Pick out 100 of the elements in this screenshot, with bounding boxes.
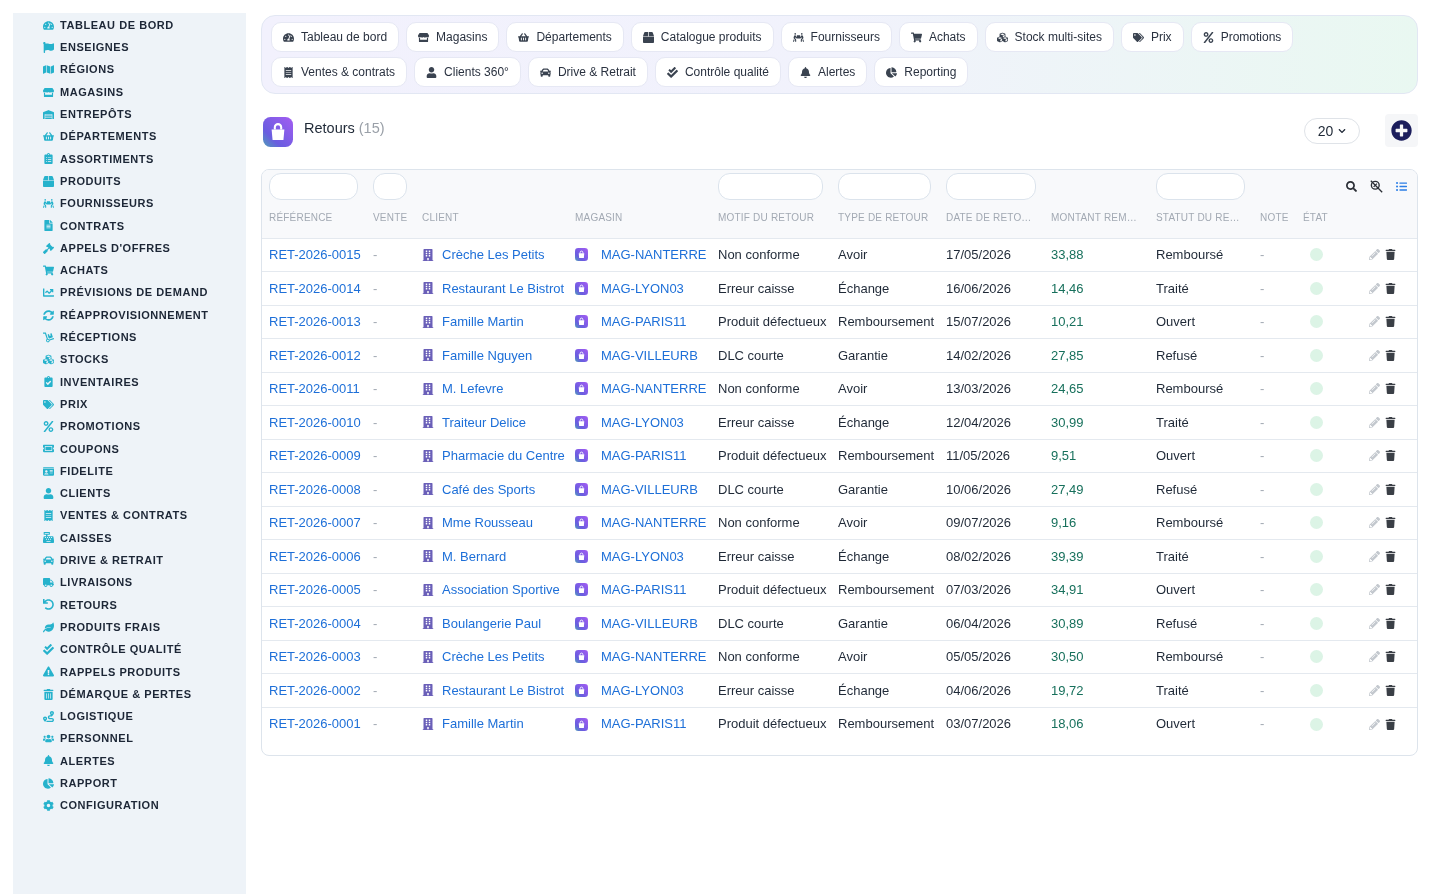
store-link[interactable]: MAG-VILLEURB (601, 613, 698, 633)
filter-field[interactable] (373, 172, 407, 200)
edit-button[interactable] (1369, 517, 1380, 529)
shortcut-button[interactable]: Fournisseurs (780, 22, 892, 52)
edit-button[interactable] (1369, 450, 1380, 462)
store-link[interactable]: MAG-VILLEURB (601, 479, 698, 499)
delete-button[interactable] (1385, 249, 1396, 261)
sidebar-item[interactable]: PRODUITS FRAIS (13, 616, 246, 639)
delete-button[interactable] (1385, 316, 1396, 328)
sidebar-item[interactable]: PROMOTIONS (13, 415, 246, 438)
client-link[interactable]: Restaurant Le Bistrot (442, 680, 565, 700)
client-link[interactable]: Café des Sports (442, 479, 536, 499)
delete-button[interactable] (1385, 383, 1396, 395)
sidebar-item[interactable]: LOGISTIQUE (13, 705, 246, 728)
edit-button[interactable] (1369, 282, 1380, 294)
store-link[interactable]: MAG-LYON03 (601, 278, 684, 298)
reference-link[interactable]: RET-2026-0009 (269, 448, 361, 463)
sidebar-item[interactable]: RETOURS (13, 593, 246, 616)
sidebar-item[interactable]: RÉCEPTIONS (13, 326, 246, 349)
client-link[interactable]: Traiteur Delice (442, 412, 527, 432)
delete-button[interactable] (1385, 684, 1396, 696)
filter-field[interactable] (838, 172, 931, 200)
sidebar-item[interactable]: ACHATS (13, 259, 246, 282)
sidebar-item[interactable]: CONTRATS (13, 214, 246, 237)
edit-button[interactable] (1369, 684, 1380, 696)
shortcut-button[interactable]: Reporting (874, 57, 969, 87)
reference-link[interactable]: RET-2026-0012 (269, 347, 361, 363)
sidebar-item[interactable]: ALERTES (13, 749, 246, 773)
sidebar-item[interactable]: CAISSES (13, 526, 246, 550)
delete-button[interactable] (1385, 651, 1396, 663)
sidebar-item[interactable]: MAGASINS (13, 80, 246, 104)
edit-button[interactable] (1369, 718, 1380, 730)
sidebar-item[interactable]: ASSORTIMENTS (13, 147, 246, 171)
reference-link[interactable]: RET-2026-0015 (269, 247, 361, 262)
filter-field[interactable] (946, 172, 1036, 200)
sidebar-item[interactable]: DÉPARTEMENTS (13, 125, 246, 148)
edit-button[interactable] (1369, 483, 1380, 495)
client-link[interactable]: M. Bernard (442, 546, 507, 566)
reference-link[interactable]: RET-2026-0010 (269, 414, 361, 430)
store-link[interactable]: MAG-LYON03 (601, 680, 684, 700)
sidebar-item[interactable]: CONFIGURATION (13, 794, 246, 817)
sidebar-item[interactable]: FOURNISSEURS (13, 192, 246, 215)
client-link[interactable]: Pharmacie du Centre (442, 446, 565, 466)
reference-link[interactable]: RET-2026-0006 (269, 548, 361, 564)
sidebar-item[interactable]: RAPPELS PRODUITS (13, 660, 246, 683)
filter-field[interactable] (1156, 172, 1245, 200)
search-button[interactable] (1346, 180, 1357, 192)
store-link[interactable]: MAG-PARIS11 (601, 312, 687, 332)
edit-button[interactable] (1369, 550, 1380, 562)
reference-link[interactable]: RET-2026-0002 (269, 682, 361, 698)
client-link[interactable]: M. Lefevre (442, 379, 504, 399)
shortcut-button[interactable]: Départements (506, 22, 624, 52)
delete-button[interactable] (1385, 617, 1396, 629)
delete-button[interactable] (1385, 550, 1396, 562)
store-link[interactable]: MAG-NANTERRE (601, 513, 707, 533)
sidebar-item[interactable]: ENTREPÔTS (13, 103, 246, 126)
sidebar-item[interactable]: INVENTAIRES (13, 370, 246, 394)
edit-button[interactable] (1369, 349, 1380, 361)
client-link[interactable]: Mme Rousseau (442, 513, 534, 533)
sidebar-item[interactable]: RÉAPPROVISIONNEMENT (13, 303, 246, 327)
delete-button[interactable] (1385, 718, 1396, 730)
edit-button[interactable] (1369, 584, 1380, 596)
edit-button[interactable] (1369, 651, 1380, 663)
sidebar-item[interactable]: PERSONNEL (13, 727, 246, 750)
reference-link[interactable]: RET-2026-0004 (269, 615, 361, 631)
sidebar-item[interactable]: COUPONS (13, 437, 246, 460)
store-link[interactable]: MAG-PARIS11 (601, 714, 687, 734)
list-view-button[interactable] (1396, 180, 1407, 192)
sidebar-item[interactable]: ENSEIGNES (13, 36, 246, 59)
shortcut-button[interactable]: Alertes (788, 57, 868, 87)
shortcut-button[interactable]: Catalogue produits (630, 22, 774, 52)
client-link[interactable]: Restaurant Le Bistrot (442, 278, 565, 298)
edit-button[interactable] (1369, 617, 1380, 629)
sidebar-item[interactable]: RAPPORT (13, 772, 246, 795)
client-link[interactable]: Crèche Les Petits (442, 647, 545, 667)
sidebar-item[interactable]: TABLEAU DE BORD (13, 14, 246, 37)
add-button[interactable] (1385, 114, 1418, 147)
reference-link[interactable]: RET-2026-0007 (269, 515, 361, 530)
delete-button[interactable] (1385, 416, 1396, 428)
delete-button[interactable] (1385, 584, 1396, 596)
sidebar-item[interactable]: APPELS D'OFFRES (13, 236, 246, 260)
sidebar-item[interactable]: LIVRAISONS (13, 571, 246, 594)
shortcut-button[interactable]: Contrôle qualité (654, 57, 781, 87)
shortcut-button[interactable]: Clients 360° (414, 57, 521, 87)
shortcut-button[interactable]: Prix (1120, 22, 1184, 52)
delete-button[interactable] (1385, 517, 1396, 529)
reference-link[interactable]: RET-2026-0013 (269, 314, 361, 329)
delete-button[interactable] (1385, 282, 1396, 294)
store-link[interactable]: MAG-LYON03 (601, 546, 684, 566)
shortcut-button[interactable]: Promotions (1190, 22, 1294, 52)
shortcut-button[interactable]: Ventes & contrats (271, 57, 408, 87)
store-link[interactable]: MAG-VILLEURB (601, 345, 698, 365)
sidebar-item[interactable]: PRÉVISIONS DE DEMAND (13, 281, 246, 304)
store-link[interactable]: MAG-NANTERRE (601, 647, 707, 667)
reference-link[interactable]: RET-2026-0001 (269, 716, 361, 732)
reference-link[interactable]: RET-2026-0014 (269, 280, 361, 296)
edit-button[interactable] (1369, 249, 1380, 261)
client-link[interactable]: Association Sportive (442, 580, 560, 600)
edit-button[interactable] (1369, 383, 1380, 395)
reference-link[interactable]: RET-2026-0005 (269, 582, 361, 597)
